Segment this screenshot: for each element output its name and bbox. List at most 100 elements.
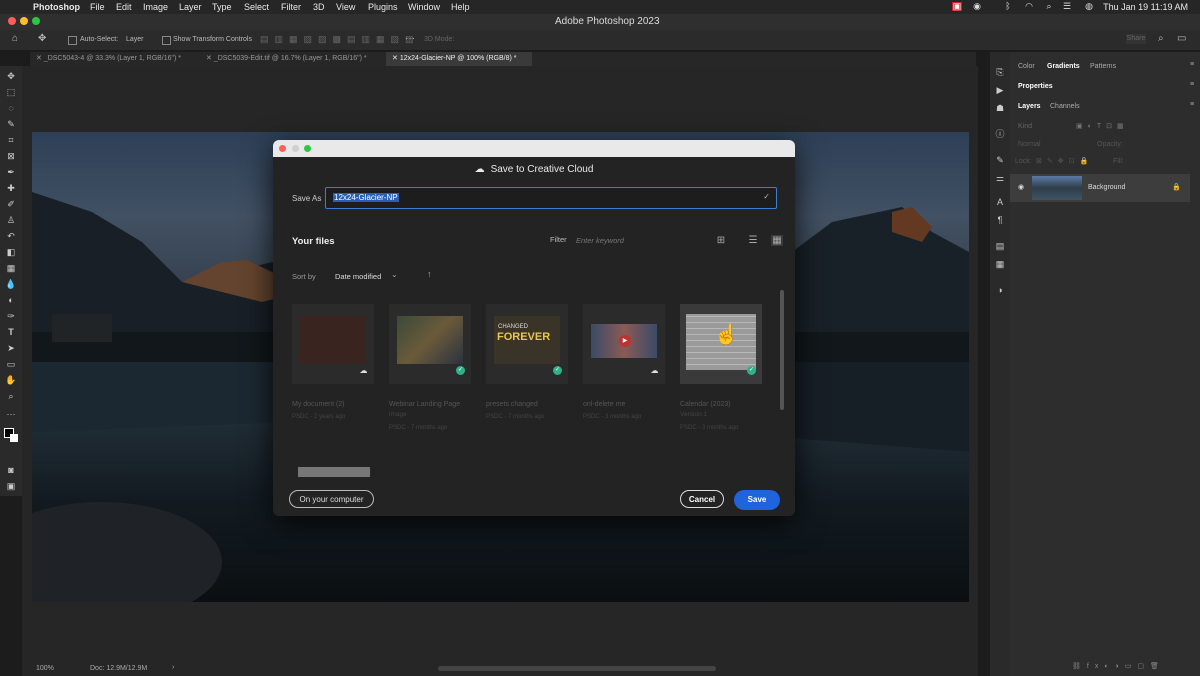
sort-dropdown[interactable]: Date modified — [335, 272, 381, 281]
stamp-tool-icon[interactable]: ♙ — [4, 214, 18, 226]
tab-channels[interactable]: Channels — [1050, 103, 1080, 110]
shape-tool-icon[interactable]: ▭ — [4, 358, 18, 370]
layer-kind-filter[interactable]: Kind — [1018, 123, 1032, 130]
dialog-minimize-button[interactable] — [292, 145, 299, 152]
file-card[interactable]: ▶ ☁ — [583, 304, 665, 384]
bluetooth-icon[interactable]: ᛒ — [1003, 2, 1013, 11]
menu-3d[interactable]: 3D — [313, 2, 325, 12]
zoom-level[interactable]: 100% — [36, 665, 54, 672]
doc-size[interactable]: Doc: 12.9M/12.9M — [90, 665, 147, 672]
lasso-tool-icon[interactable]: ◌ — [4, 102, 18, 114]
tab-properties[interactable]: Properties — [1018, 83, 1053, 90]
file-card[interactable]: ☁ — [292, 304, 374, 384]
tab-color[interactable]: Color — [1018, 63, 1035, 70]
file-card[interactable]: CHANGED FOREVER ✓ — [486, 304, 568, 384]
layer-row-background[interactable]: ◉ Background 🔒 — [1010, 174, 1190, 202]
file-card-partial[interactable] — [298, 467, 370, 477]
frame-tool-icon[interactable]: ⊠ — [4, 150, 18, 162]
close-window-button[interactable] — [8, 17, 16, 25]
menu-layer[interactable]: Layer — [179, 2, 202, 12]
quick-select-tool-icon[interactable]: ✎ — [4, 118, 18, 130]
horizontal-scrollbar[interactable] — [438, 666, 716, 671]
more-tools-icon[interactable]: ··· — [4, 408, 18, 420]
panel-menu-icon[interactable]: ≡ — [1190, 61, 1194, 68]
clone-source-icon[interactable]: ▤ — [993, 240, 1007, 252]
save-as-value[interactable]: 12x24-Glacier-NP — [333, 193, 399, 202]
visibility-eye-icon[interactable]: ◉ — [1018, 183, 1024, 191]
screen-mode-icon[interactable]: ▣ — [4, 480, 18, 492]
menu-filter[interactable]: Filter — [281, 2, 301, 12]
menu-help[interactable]: Help — [451, 2, 470, 12]
tab-dsc5043[interactable]: ✕ _DSC5043-4 @ 33.3% (Layer 1, RGB/16") … — [30, 52, 204, 66]
on-your-computer-button[interactable]: On your computer — [289, 490, 374, 508]
tab-dsc5039[interactable]: ✕ _DSC5039-Edit.tif @ 16.7% (Layer 1, RG… — [200, 52, 390, 66]
gradient-tool-icon[interactable]: ▦ — [4, 262, 18, 274]
menu-select[interactable]: Select — [244, 2, 269, 12]
dodge-tool-icon[interactable]: ◐ — [4, 294, 18, 306]
brushes-icon[interactable]: ✎ — [993, 154, 1007, 166]
grid-view-icon[interactable]: ▦ — [771, 235, 783, 246]
save-as-input[interactable]: 12x24-Glacier-NP ✓ — [325, 187, 777, 209]
panel-menu-icon[interactable]: ≡ — [1190, 101, 1194, 108]
eraser-tool-icon[interactable]: ◧ — [4, 246, 18, 258]
menu-app[interactable]: Photoshop — [33, 2, 80, 12]
actions-play-icon[interactable]: ▶ — [993, 84, 1007, 96]
pen-tool-icon[interactable]: ✑ — [4, 310, 18, 322]
status-arrow-icon[interactable]: › — [172, 664, 174, 671]
spotlight-icon[interactable]: ⌕ — [1044, 2, 1054, 11]
blur-tool-icon[interactable]: 💧 — [4, 278, 18, 290]
sort-direction-icon[interactable]: ↑ — [427, 269, 432, 279]
control-center-icon[interactable]: ☰ — [1062, 2, 1072, 11]
record-icon[interactable]: ▣ — [952, 2, 962, 11]
tab-close-icon[interactable]: ✕ — [206, 55, 214, 62]
home-icon[interactable]: ⌂ — [12, 33, 18, 44]
tab-close-icon[interactable]: ✕ — [392, 55, 400, 62]
history-icon[interactable]: ⎘ — [993, 66, 1007, 78]
move-tool-icon[interactable]: ✥ — [4, 70, 18, 82]
tab-glacier[interactable]: ✕ 12x24-Glacier-NP @ 100% (RGB/8) * — [386, 52, 532, 66]
siri-icon[interactable]: ◍ — [1084, 2, 1094, 11]
history-brush-icon[interactable]: ↶ — [4, 230, 18, 242]
eyedropper-tool-icon[interactable]: ✒ — [4, 166, 18, 178]
info-icon[interactable]: ⓘ — [993, 128, 1007, 140]
dialog-zoom-button[interactable] — [304, 145, 311, 152]
auto-select-checkbox[interactable] — [68, 36, 77, 45]
more-options-icon[interactable]: ··· — [405, 33, 415, 44]
healing-tool-icon[interactable]: ✚ — [4, 182, 18, 194]
menu-image[interactable]: Image — [143, 2, 168, 12]
align-icons[interactable]: ▤▥▦▧▨▩▤▥▦▧▨ — [260, 34, 420, 45]
background-color-swatch[interactable] — [10, 434, 18, 442]
menu-view[interactable]: View — [336, 2, 355, 12]
menu-edit[interactable]: Edit — [116, 2, 132, 12]
notes-icon[interactable]: ▦ — [993, 258, 1007, 270]
3d-icon[interactable]: ◑ — [993, 284, 1007, 296]
libraries-icon[interactable]: ☗ — [993, 102, 1007, 114]
menu-file[interactable]: File — [90, 2, 105, 12]
wifi-icon[interactable]: ◠ — [1024, 2, 1034, 11]
cancel-button[interactable]: Cancel — [680, 490, 724, 508]
checkmark-icon[interactable]: ✓ — [763, 192, 770, 201]
zoom-tool-icon[interactable]: ⌕ — [4, 390, 18, 402]
tab-patterns[interactable]: Patterns — [1090, 63, 1116, 70]
menu-plugins[interactable]: Plugins — [368, 2, 398, 12]
character-icon[interactable]: A — [993, 196, 1007, 208]
layer-filter-icons[interactable]: ▣◐T⊡▦ — [1076, 122, 1129, 130]
menu-type[interactable]: Type — [212, 2, 232, 12]
crop-tool-icon[interactable]: ⌗ — [4, 134, 18, 146]
search-icon[interactable]: ⌕ — [1158, 33, 1164, 44]
menu-window[interactable]: Window — [408, 2, 440, 12]
zoom-window-button[interactable] — [32, 17, 40, 25]
path-select-icon[interactable]: ➤ — [4, 342, 18, 354]
tab-layers[interactable]: Layers — [1018, 103, 1041, 110]
move-tool-icon[interactable]: ✥ — [38, 33, 46, 44]
minimize-window-button[interactable] — [20, 17, 28, 25]
layer-footer-icons[interactable]: ⛓fx◐◑▭▢🗑 — [1072, 662, 1165, 670]
files-scrollbar[interactable] — [780, 290, 784, 410]
auto-select-dropdown[interactable]: Layer — [126, 36, 144, 43]
tab-close-icon[interactable]: ✕ — [36, 55, 44, 62]
hand-tool-icon[interactable]: ✋ — [4, 374, 18, 386]
filter-input[interactable]: Enter keyword — [576, 236, 624, 245]
lock-icons[interactable]: ⊠✎✥⊡🔒 — [1036, 157, 1093, 165]
new-folder-icon[interactable]: ⊞ — [715, 235, 727, 246]
tab-gradients[interactable]: Gradients — [1047, 63, 1080, 70]
